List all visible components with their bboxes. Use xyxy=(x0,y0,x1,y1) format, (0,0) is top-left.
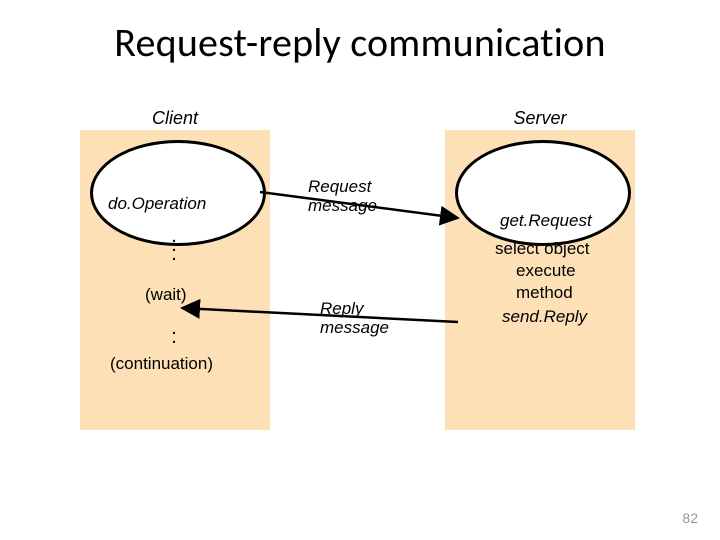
slide: Request-reply communication Client Serve… xyxy=(0,0,720,540)
client-continuation: (continuation) xyxy=(110,355,213,374)
reply-message-line1: Reply xyxy=(320,299,363,318)
client-role-label: Client xyxy=(80,108,270,129)
client-wait: (wait) xyxy=(145,286,187,305)
page-number: 82 xyxy=(682,510,698,526)
reply-message-line2: message xyxy=(320,318,389,337)
request-message-label: Request message xyxy=(308,178,377,215)
slide-title: Request-reply communication xyxy=(0,18,720,67)
server-get-request: get.Request xyxy=(500,212,592,231)
client-dots-2: .. xyxy=(170,324,178,342)
server-role-label: Server xyxy=(445,108,635,129)
request-message-line2: message xyxy=(308,196,377,215)
server-execute: execute xyxy=(516,262,576,281)
client-dots-1: ... xyxy=(170,232,178,259)
client-do-operation: do.Operation xyxy=(108,195,206,214)
server-select-object: select object xyxy=(495,240,590,259)
server-send-reply: send.Reply xyxy=(502,308,587,327)
request-message-line1: Request xyxy=(308,177,371,196)
reply-message-label: Reply message xyxy=(320,300,389,337)
server-method: method xyxy=(516,284,573,303)
